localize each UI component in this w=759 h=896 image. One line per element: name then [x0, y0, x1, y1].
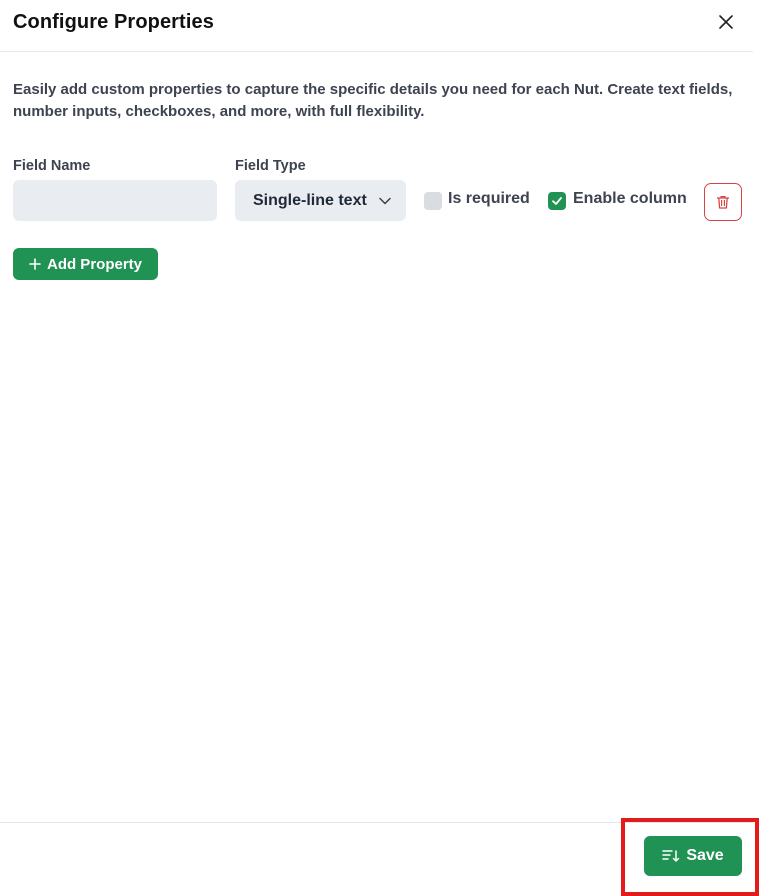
is-required-label: Is required — [448, 190, 530, 207]
plus-icon — [29, 258, 41, 270]
field-type-label: Field Type — [235, 158, 306, 174]
dialog-header: Configure Properties — [0, 0, 753, 52]
field-type-select[interactable]: Single-line text — [235, 180, 406, 221]
enable-column-label: Enable column — [573, 190, 687, 207]
dialog-footer-divider — [0, 822, 753, 823]
checkmark-icon — [552, 197, 562, 205]
enable-column-checkbox[interactable] — [548, 192, 566, 210]
save-button[interactable]: Save — [644, 836, 742, 876]
field-type-value: Single-line text — [253, 191, 367, 209]
close-icon — [719, 15, 733, 29]
trash-icon — [716, 195, 730, 209]
sort-down-icon — [662, 850, 680, 862]
chevron-down-icon — [379, 197, 391, 205]
save-label: Save — [686, 847, 724, 864]
add-property-button[interactable]: Add Property — [13, 248, 158, 280]
delete-property-button[interactable] — [704, 183, 742, 221]
is-required-checkbox[interactable] — [424, 192, 442, 210]
field-name-input[interactable] — [13, 180, 217, 221]
dialog-title: Configure Properties — [13, 11, 214, 33]
dialog-description: Easily add custom properties to capture … — [13, 81, 733, 120]
close-button[interactable] — [714, 10, 738, 34]
field-name-label: Field Name — [13, 158, 91, 174]
add-property-label: Add Property — [46, 255, 142, 273]
configure-properties-dialog: Configure Properties Easily add custom p… — [0, 0, 759, 896]
